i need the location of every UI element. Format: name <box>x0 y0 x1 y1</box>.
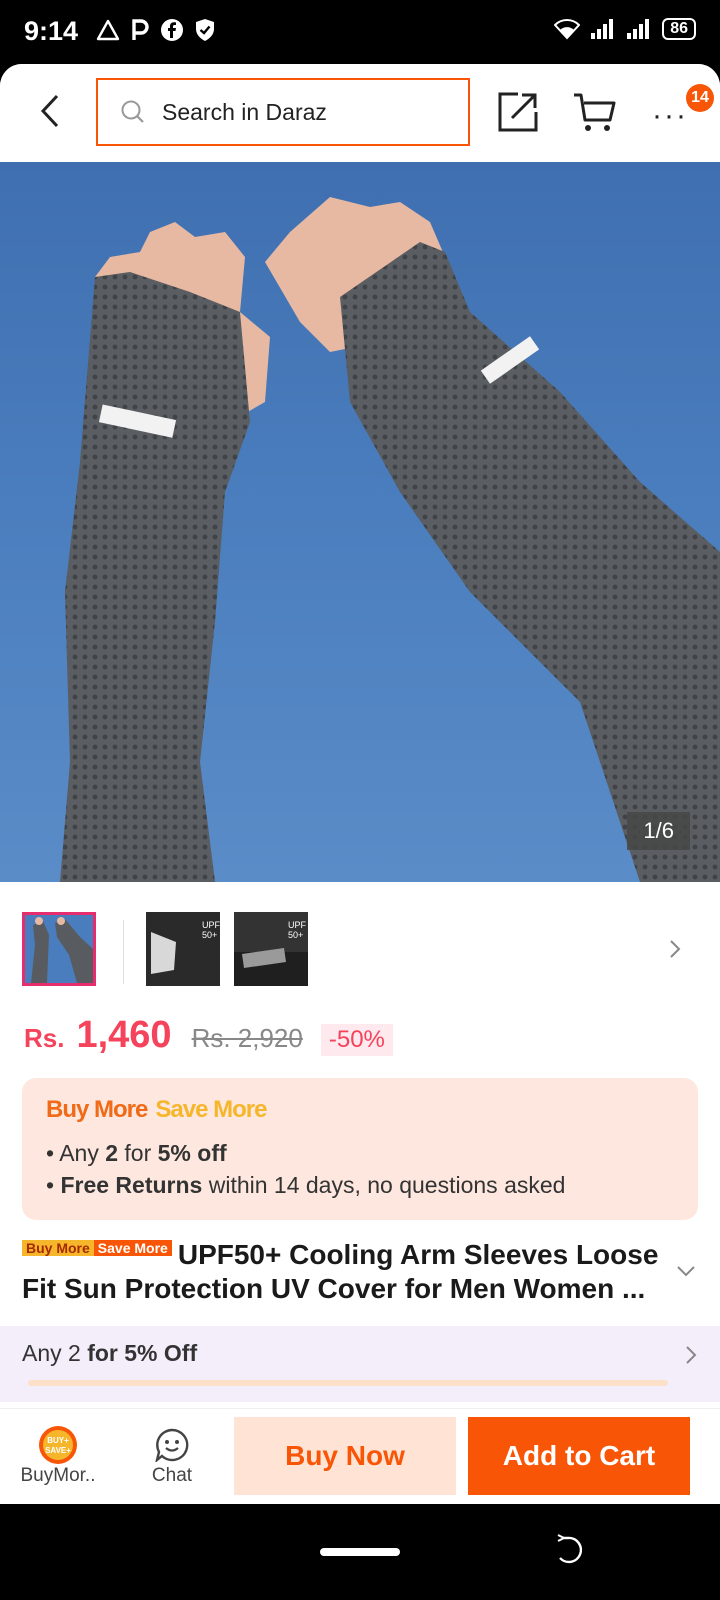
warning-triangle-icon <box>96 19 120 41</box>
original-price: Rs. 2,920 <box>191 1023 303 1053</box>
thumbnail-image: UPF50+ <box>234 912 308 986</box>
thumbnail-image <box>25 915 93 983</box>
buy-save-badge-icon: BUY+SAVE+ <box>39 1426 77 1464</box>
svg-text:SAVE+: SAVE+ <box>45 1446 71 1455</box>
svg-text:UPF: UPF <box>288 920 307 930</box>
cart-button[interactable] <box>572 90 618 134</box>
search-bar[interactable]: Search in Daraz <box>96 78 470 146</box>
buymore-label: BuyMor.. <box>20 1465 96 1486</box>
cart-icon <box>574 93 616 131</box>
thumbnail-3[interactable]: UPF 50+ <box>234 912 308 986</box>
svg-text:50+: 50+ <box>202 930 217 940</box>
chevron-right-icon <box>686 1346 697 1364</box>
price-value: 1,460 <box>76 1014 172 1056</box>
home-gesture-pill[interactable] <box>320 1548 400 1556</box>
thumbnail-divider <box>123 920 124 984</box>
add-to-cart-button[interactable]: Add to Cart <box>468 1417 690 1495</box>
facebook-icon <box>161 19 183 41</box>
image-counter: 1/6 <box>627 812 690 850</box>
thumbnail-strip: UPF 50+ UPF 50+ <box>0 882 720 1012</box>
search-icon <box>120 99 146 125</box>
status-icons-right: 86 <box>554 18 696 40</box>
price-currency: Rs. <box>24 1023 65 1053</box>
buy-now-button[interactable]: Buy Now <box>234 1417 456 1495</box>
bundle-offer-text: Any 2 for 5% Off <box>22 1340 198 1366</box>
signal-icon <box>591 19 614 39</box>
chat-icon <box>155 1428 189 1462</box>
thumbnail-1[interactable] <box>22 912 96 986</box>
svg-text:UPF: UPF <box>202 920 220 930</box>
thumbnails-next-button[interactable] <box>668 938 682 965</box>
svg-text:50+: 50+ <box>288 930 303 940</box>
top-header: Search in Daraz ··· 14 <box>0 64 720 162</box>
product-image-gallery[interactable]: 1/6 <box>0 162 720 882</box>
promo-line-discount: • Any 2 for 5% off <box>46 1140 227 1166</box>
share-icon <box>498 92 538 132</box>
search-input[interactable]: Search in Daraz <box>162 99 327 126</box>
promo-card[interactable]: Buy More Save More • Any 2 for 5% off • F… <box>22 1078 698 1220</box>
product-page: Search in Daraz ··· 14 1/6 UPF 50+ UPF 5… <box>0 64 720 1504</box>
bundle-offer-row[interactable]: Any 2 for 5% Off <box>0 1326 720 1402</box>
parking-p-icon <box>132 19 149 40</box>
svg-text:BUY+: BUY+ <box>47 1436 69 1445</box>
thumbnail-image: UPF50+ <box>146 912 220 986</box>
chevron-left-icon <box>40 94 59 128</box>
share-button[interactable] <box>496 90 540 134</box>
signal-icon <box>627 19 650 39</box>
price-row: Rs. 1,460 Rs. 2,920 -50% <box>24 1014 393 1074</box>
chat-button[interactable]: Chat <box>122 1425 222 1487</box>
promo-title: Buy More Save More <box>46 1096 267 1124</box>
system-navigation-bar <box>0 1504 720 1600</box>
wifi-icon <box>554 19 581 40</box>
buy-more-save-more-tag: Buy More Save More <box>22 1236 172 1260</box>
expand-title-button[interactable] <box>676 1264 696 1282</box>
buymore-button[interactable]: BUY+ SAVE+ BuyMor.. <box>8 1425 108 1487</box>
product-image <box>60 197 720 882</box>
discount-badge: -50% <box>320 1024 393 1056</box>
bottom-action-bar: BUY+ SAVE+ BuyMor.. Chat Buy Now Add to C… <box>0 1408 720 1504</box>
rotate-icon <box>557 1534 583 1564</box>
chat-label: Chat <box>151 1465 193 1486</box>
status-time: 9:14 <box>24 16 79 46</box>
status-bar: 9:14 86 <box>0 0 720 64</box>
status-icons-left <box>96 18 216 42</box>
shield-icon <box>196 19 214 41</box>
notification-badge: 14 <box>686 84 714 112</box>
rotate-button[interactable] <box>556 1534 586 1573</box>
thumbnail-2[interactable]: UPF 50+ <box>146 912 220 986</box>
chevron-down-icon <box>677 1266 695 1277</box>
battery-indicator: 86 <box>662 18 696 40</box>
offer-chevron <box>684 1344 698 1371</box>
more-dots-icon: ··· <box>652 99 688 132</box>
promo-line-returns: • Free Returns within 14 days, no questi… <box>46 1172 566 1198</box>
chevron-right-icon <box>670 940 681 958</box>
more-menu-button[interactable]: ··· 14 <box>652 84 714 134</box>
back-button[interactable] <box>30 86 70 136</box>
promo-title-save-more: Save More <box>155 1096 267 1123</box>
offer-progress-bar <box>28 1380 668 1386</box>
promo-title-buy-more: Buy More <box>46 1096 148 1123</box>
product-title: Buy More Save More UPF50+ Cooling Arm Slee… <box>22 1236 672 1306</box>
